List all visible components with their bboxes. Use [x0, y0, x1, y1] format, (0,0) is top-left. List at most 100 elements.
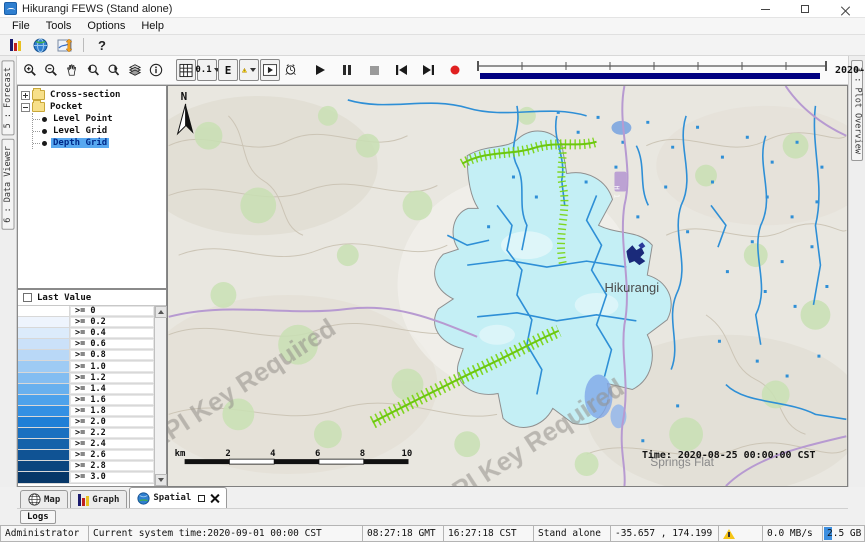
window-title: Hikurangi FEWS (Stand alone) — [22, 3, 172, 15]
tab-maximize-icon[interactable] — [198, 495, 205, 502]
record-button[interactable] — [445, 59, 465, 81]
grid-display-button[interactable] — [176, 59, 196, 81]
status-warning-cell[interactable] — [718, 525, 762, 542]
status-system-time: Current system time:2020-09-01 00:00 CST — [88, 525, 362, 542]
database-status-button[interactable] — [4, 36, 26, 54]
bottom-tab-bar: Map Graph Spatial — [17, 487, 848, 509]
info-button[interactable] — [146, 59, 166, 81]
step-forward-icon — [422, 64, 435, 76]
maximize-icon — [801, 5, 809, 13]
maximize-button[interactable] — [785, 0, 825, 18]
legend-row: >= 2.6 — [18, 450, 154, 461]
warning-icon — [242, 63, 248, 78]
legend-swatch — [18, 406, 70, 416]
left-tab-strip: 5 : Forecast 6 : Data Viewer — [0, 56, 17, 487]
bar-chart-icon — [10, 39, 21, 51]
collapse-icon[interactable] — [21, 103, 30, 112]
logs-button[interactable]: Logs — [20, 510, 56, 524]
legend-swatch — [18, 428, 70, 438]
legend-label: >= 2.8 — [70, 461, 154, 471]
step-forward-button[interactable] — [418, 59, 438, 81]
status-coordinates: -35.657 , 174.199 — [610, 525, 718, 542]
label-icon: E — [225, 64, 232, 77]
tree-node-level-grid[interactable]: Level Grid — [33, 125, 166, 137]
tree-node-label[interactable]: Pocket — [48, 102, 85, 112]
minimize-button[interactable] — [745, 0, 785, 18]
tab-spatial[interactable]: Spatial — [129, 487, 227, 508]
tree-node-label-selected[interactable]: Depth Grid — [51, 138, 109, 148]
globe-icon — [28, 493, 41, 506]
stop-icon — [369, 65, 380, 76]
tree-node-label[interactable]: Level Grid — [51, 126, 109, 136]
tab-data-viewer[interactable]: 6 : Data Viewer — [2, 139, 15, 230]
tree-node-pocket[interactable]: Pocket — [18, 101, 166, 113]
legend-swatch — [18, 328, 70, 338]
step-back-button[interactable] — [391, 59, 411, 81]
timeline-date-label: 2020-08-25 00:00:00 CST — [832, 65, 865, 76]
menu-tools[interactable]: Tools — [38, 19, 80, 33]
legend-swatch — [18, 450, 70, 460]
zoom-next-button[interactable] — [104, 59, 124, 81]
status-bar: Administrator Current system time:2020-0… — [0, 525, 865, 542]
legend-row: >= 1.8 — [18, 406, 154, 417]
legend-header: Last Value — [18, 290, 166, 306]
timeline-slider[interactable] — [472, 58, 832, 82]
tab-map[interactable]: Map — [20, 490, 68, 508]
legend-scrollbar[interactable] — [154, 306, 166, 486]
layers-button[interactable] — [125, 59, 145, 81]
help-button[interactable]: ? — [91, 36, 113, 54]
time-series-display-button[interactable] — [54, 36, 76, 54]
play-button[interactable] — [310, 59, 330, 81]
tab-close-icon[interactable] — [210, 494, 219, 503]
status-user: Administrator — [0, 525, 88, 542]
animation-interval-button[interactable] — [281, 59, 301, 81]
tree-node-depth-grid[interactable]: Depth Grid — [33, 137, 166, 149]
pause-button[interactable] — [337, 59, 357, 81]
legend-row: >= 2.2 — [18, 428, 154, 439]
legend-swatch — [18, 461, 70, 471]
menu-help[interactable]: Help — [133, 19, 172, 33]
zoom-in-button[interactable] — [20, 59, 40, 81]
globe-icon — [137, 492, 150, 505]
map-canvas[interactable]: N API Key Required API Key Required km 2… — [168, 86, 847, 486]
tree-node-level-point[interactable]: Level Point — [33, 113, 166, 125]
map-toolbar: 0.1 E — [17, 56, 848, 85]
close-button[interactable] — [825, 0, 865, 18]
map-viewport[interactable]: N API Key Required API Key Required km 2… — [167, 85, 848, 487]
zoom-previous-icon — [86, 62, 100, 78]
contour-interval-dropdown[interactable]: 0.1 — [197, 59, 217, 81]
app-logo-icon — [4, 2, 17, 15]
timeline-progress-bar — [480, 73, 820, 79]
tab-forecast[interactable]: 5 : Forecast — [2, 60, 15, 135]
pan-button[interactable] — [62, 59, 82, 81]
thresholds-dropdown[interactable] — [239, 59, 259, 81]
menu-file[interactable]: File — [4, 19, 38, 33]
zoom-previous-button[interactable] — [83, 59, 103, 81]
info-icon — [149, 62, 163, 78]
expand-icon[interactable] — [21, 91, 30, 100]
legend-title: Last Value — [37, 293, 91, 303]
tree-node-label[interactable]: Level Point — [51, 114, 115, 124]
legend-row: >= 0 — [18, 306, 154, 317]
legend-row: >= 1.4 — [18, 384, 154, 395]
tab-graph[interactable]: Graph — [70, 490, 127, 508]
legend-label: >= 3.0 — [70, 472, 154, 482]
status-download-speed: 0.0 MB/s — [762, 525, 822, 542]
svg-text:2: 2 — [225, 449, 230, 459]
tab-graph-label: Graph — [92, 495, 119, 505]
zoom-out-button[interactable] — [41, 59, 61, 81]
map-display-button[interactable] — [29, 36, 51, 54]
animation-button[interactable] — [260, 59, 280, 81]
legend-row: >= 3.0 — [18, 472, 154, 483]
stop-button[interactable] — [364, 59, 384, 81]
last-value-checkbox[interactable] — [23, 293, 32, 302]
legend-swatch — [18, 395, 70, 405]
menu-options[interactable]: Options — [79, 19, 133, 33]
scroll-down-button[interactable] — [155, 474, 167, 486]
status-gmt-time: 08:27:18 GMT — [362, 525, 443, 542]
timeline[interactable]: 2020-08-25 00:00:00 CST — [472, 58, 865, 82]
label-display-button[interactable]: E — [218, 59, 238, 81]
legend-swatch — [18, 317, 70, 327]
scroll-up-button[interactable] — [155, 306, 167, 318]
tree-node-label[interactable]: Cross-section — [48, 90, 122, 100]
